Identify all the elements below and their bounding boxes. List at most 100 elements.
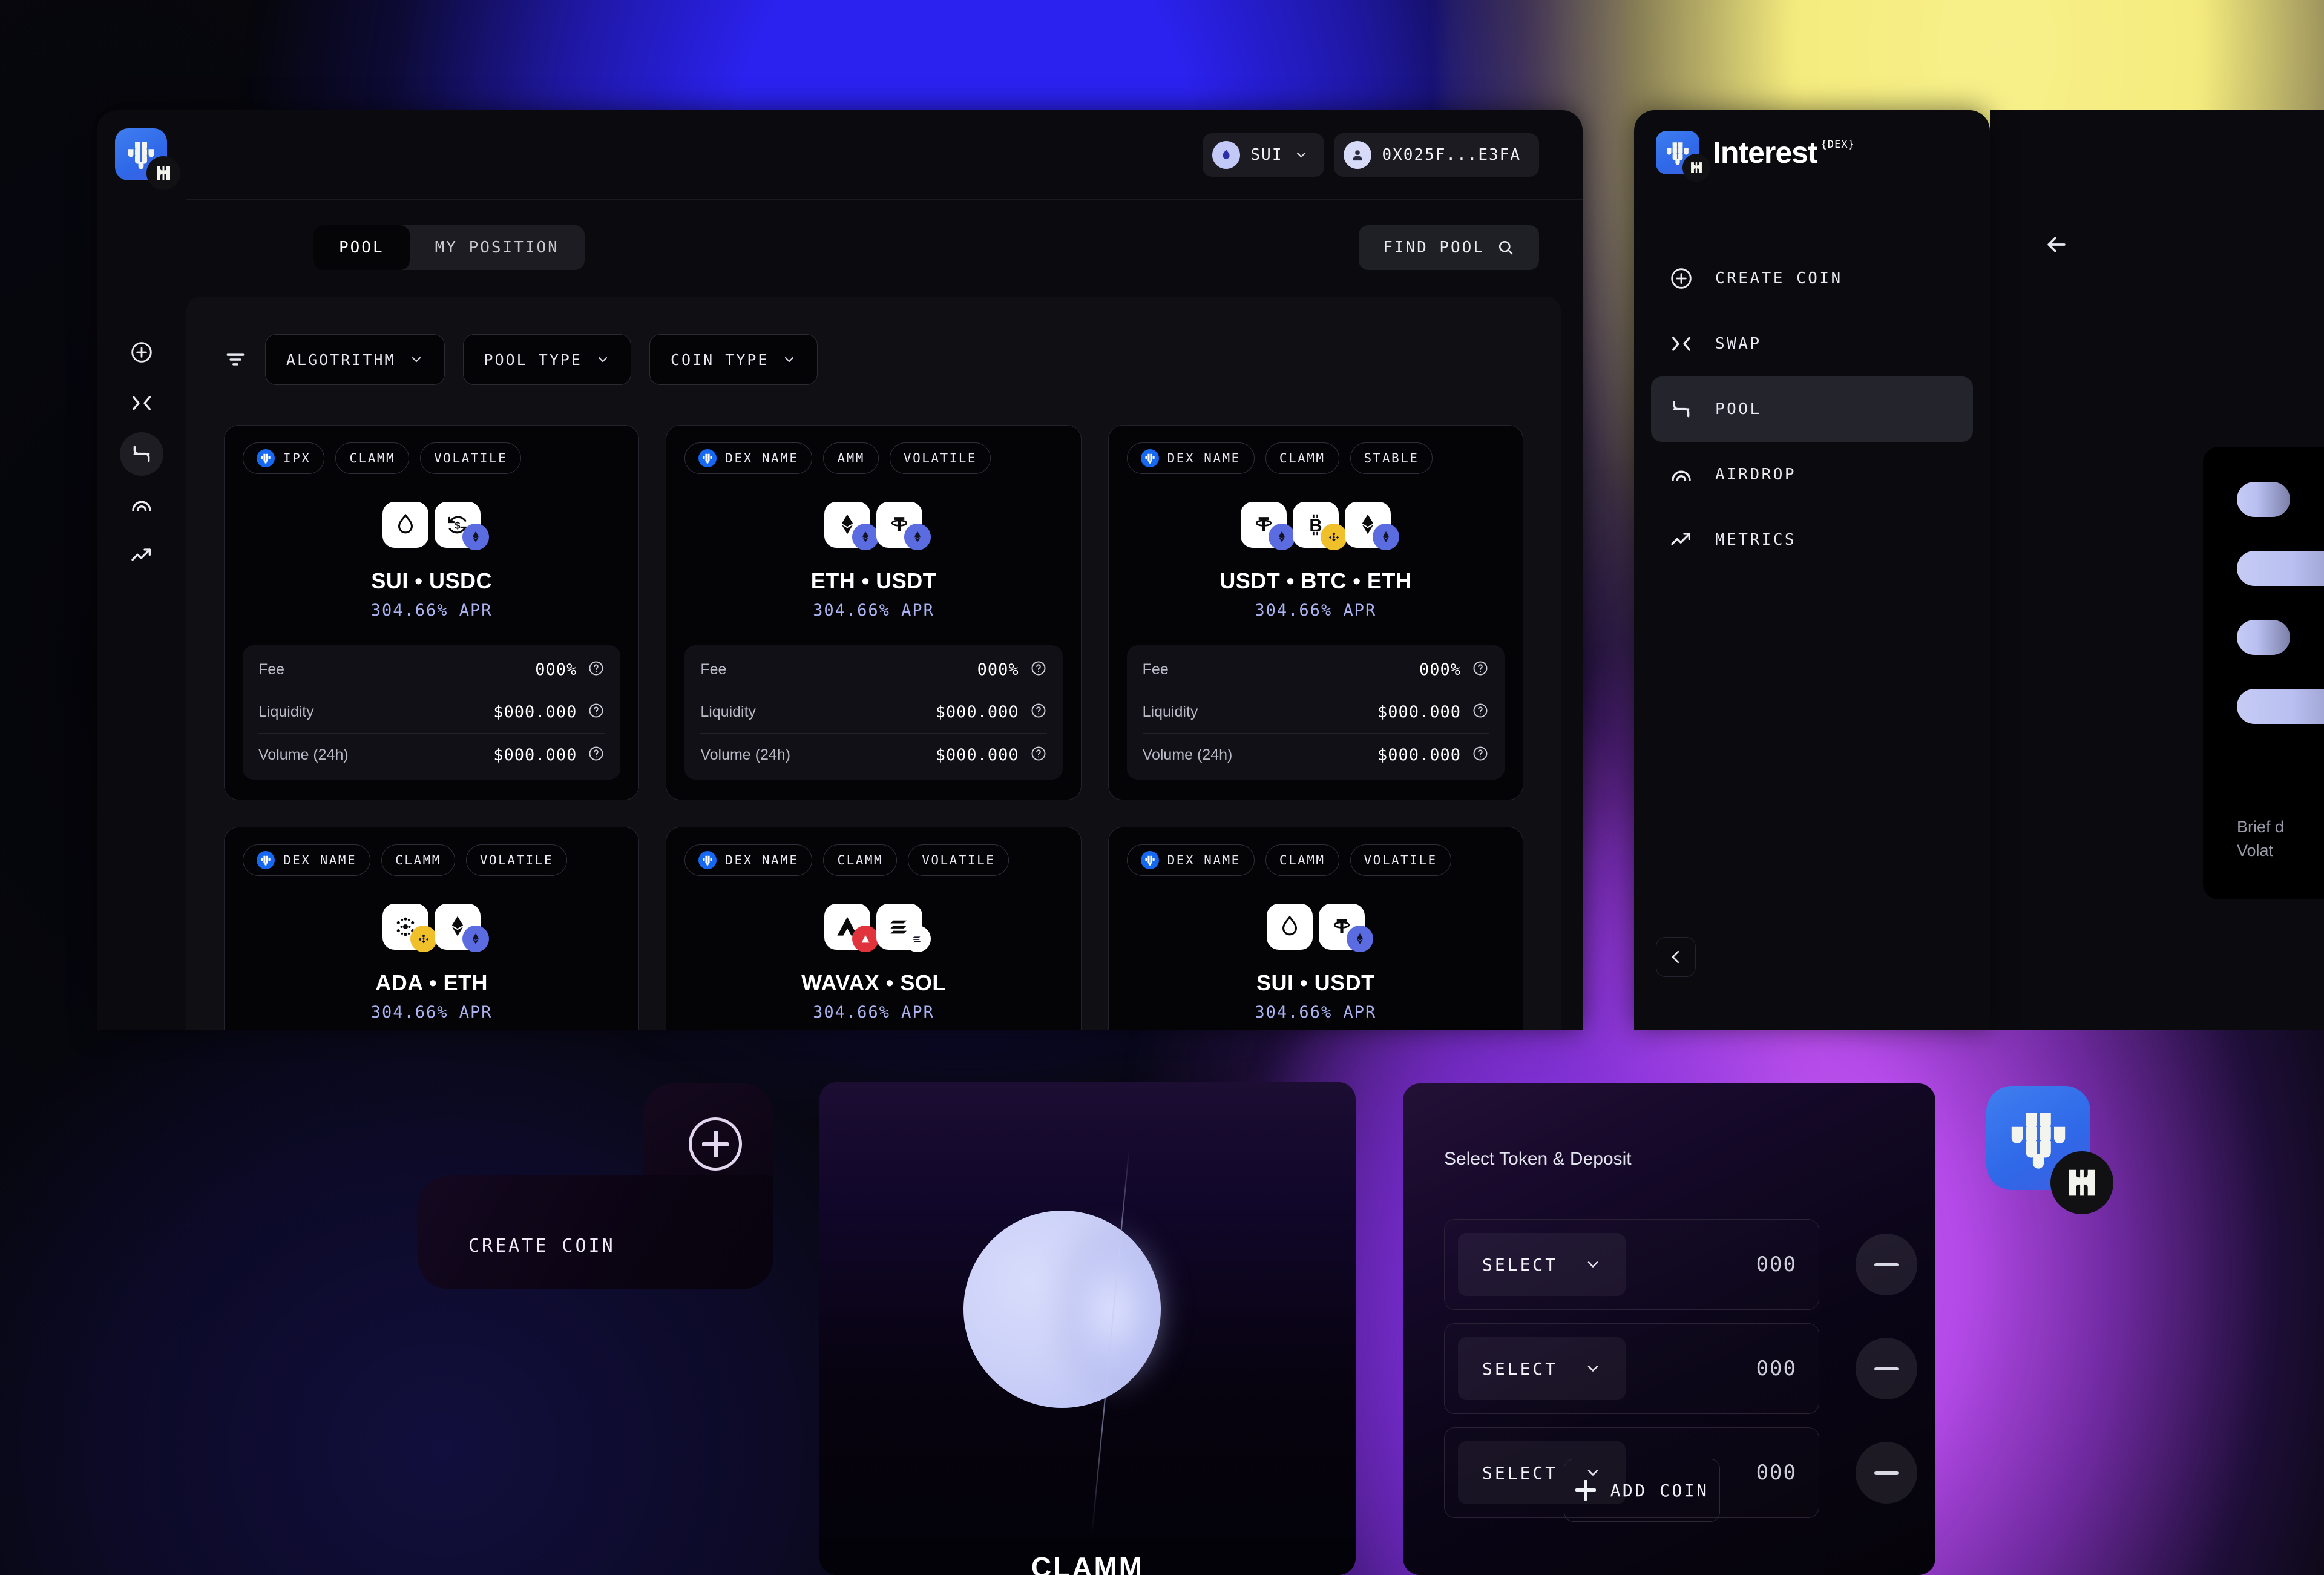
token-icon-eth	[824, 502, 879, 550]
rail-item-create-coin[interactable]	[97, 327, 186, 378]
filter-pool-type-label: POOL TYPE	[484, 350, 582, 369]
help-icon[interactable]	[588, 660, 605, 680]
pool-token-icons	[684, 904, 1062, 952]
help-icon[interactable]	[1030, 745, 1047, 765]
network-selector[interactable]: SUI	[1202, 133, 1324, 177]
remove-token-button[interactable]	[1856, 1234, 1917, 1295]
stat-volume-value: $000.000	[1377, 745, 1461, 764]
sidebar-item-metrics[interactable]: METRICS	[1651, 507, 1973, 573]
remove-token-button[interactable]	[1856, 1338, 1917, 1399]
chain-badge-eth	[462, 926, 490, 952]
deposit-input-box: SELECT 000	[1444, 1323, 1819, 1414]
filter-icon[interactable]	[224, 348, 247, 371]
header-actions: SUI 0X025F...E3FA	[1202, 133, 1539, 177]
app-content: POOL MY POSITION FIND POOL ALGOTRITHM PO…	[186, 200, 1583, 1030]
sidebar-item-create-coin[interactable]: CREATE COIN	[1651, 246, 1973, 311]
filter-algorithm[interactable]: ALGOTRITHM	[265, 334, 445, 385]
airdrop-icon	[1668, 462, 1695, 487]
tag-pool-kind: VOLATILE	[420, 442, 522, 474]
metrics-icon	[1668, 528, 1695, 552]
tab-my-position[interactable]: MY POSITION	[410, 225, 585, 270]
back-button[interactable]	[2043, 231, 2070, 261]
pool-tags: DEX NAME CLAMM VOLATILE	[1126, 844, 1505, 876]
help-icon[interactable]	[588, 702, 605, 722]
pool-icon	[133, 446, 149, 462]
svg-text:$: $	[455, 521, 461, 532]
tab-pool[interactable]: POOL	[313, 225, 410, 270]
pool-card[interactable]: DEX NAME CLAMM VOLATILE WAVAX • SOL 304.…	[666, 827, 1082, 1030]
chevron-left-icon	[1672, 950, 1679, 964]
stat-liquidity-value: $000.000	[1377, 703, 1461, 722]
wallet-button[interactable]: 0X025F...E3FA	[1333, 133, 1539, 177]
tag-dex-label: DEX NAME	[1167, 451, 1241, 465]
pool-card[interactable]: IPX CLAMM VOLATILE $ SUI • USDC 304.66% …	[224, 425, 640, 800]
movement-badge-icon	[1682, 154, 1710, 182]
token-icon-btc: B	[1292, 502, 1347, 550]
help-icon[interactable]	[588, 745, 605, 765]
pool-icon	[1668, 397, 1695, 421]
sidebar-item-pool[interactable]: POOL	[1651, 376, 1973, 442]
app-logo[interactable]	[115, 128, 180, 190]
stat-fee: Fee 000%	[258, 649, 605, 691]
plus-circle-icon	[131, 342, 152, 363]
minus-icon	[1874, 1263, 1899, 1266]
chevron-down-icon	[785, 357, 794, 363]
swap-icon	[1668, 332, 1695, 356]
token-select[interactable]: SELECT	[1458, 1233, 1626, 1296]
sidebar-item-swap[interactable]: SWAP	[1651, 311, 1973, 376]
filter-coin-type[interactable]: COIN TYPE	[649, 334, 818, 385]
stat-fee-label: Fee	[258, 661, 285, 678]
pool-card[interactable]: DEX NAME CLAMM VOLATILE SUI • USDT 304.6…	[1108, 827, 1523, 1030]
help-icon[interactable]	[1030, 660, 1047, 680]
rail-item-pool[interactable]	[97, 429, 186, 479]
wallet-address: 0X025F...E3FA	[1382, 146, 1521, 164]
pool-pair-name: USDT • BTC • ETH	[1219, 568, 1412, 593]
sidebar-item-airdrop[interactable]: AIRDROP	[1651, 442, 1973, 507]
deposit-amount[interactable]: 000	[1756, 1356, 1797, 1381]
filter-pool-type[interactable]: POOL TYPE	[462, 334, 631, 385]
m-mark-icon	[2069, 1169, 2095, 1196]
sidebar-collapse-button[interactable]	[1656, 937, 1696, 977]
rail-items	[97, 327, 186, 581]
token-select[interactable]: SELECT	[1458, 1337, 1626, 1400]
stat-fee-value: 000%	[1419, 660, 1461, 679]
stat-fee-value: 000%	[977, 660, 1019, 679]
stat-volume: Volume (24h) $000.000	[258, 734, 605, 776]
metrics-icon	[131, 548, 151, 561]
tag-dex-label: IPX	[283, 451, 311, 465]
chevron-down-icon	[412, 357, 421, 363]
help-icon[interactable]	[1030, 702, 1047, 722]
remove-token-button[interactable]	[1856, 1442, 1917, 1504]
deposit-amount[interactable]: 000	[1756, 1252, 1797, 1277]
pool-card[interactable]: DEX NAME CLAMM VOLATILE ADA • ETH 304.66…	[224, 827, 640, 1030]
pool-token-icons	[243, 904, 620, 952]
help-icon[interactable]	[1472, 702, 1489, 722]
swap-icon	[132, 396, 151, 410]
pool-apr: 304.66% APR	[813, 601, 934, 620]
placeholder-bar	[2237, 689, 2324, 724]
create-coin-label: CREATE COIN	[468, 1235, 615, 1257]
rail-item-metrics[interactable]	[97, 530, 186, 581]
stat-volume-label: Volume (24h)	[1142, 746, 1233, 763]
tag-dex-name: DEX NAME	[1126, 442, 1255, 474]
stat-volume: Volume (24h) $000.000	[1143, 734, 1489, 776]
tag-dex-label: DEX NAME	[1167, 853, 1241, 867]
stat-fee-label: Fee	[700, 661, 727, 678]
pool-stats: Fee 000% Liquidity $000.000 Volume (24h)…	[243, 645, 621, 780]
pool-card[interactable]: DEX NAME AMM VOLATILE ETH • USDT 304.66%…	[666, 425, 1082, 800]
deposit-amount[interactable]: 000	[1756, 1461, 1797, 1485]
pool-card[interactable]: DEX NAME CLAMM STABLE B USDT • BTC • ETH…	[1108, 425, 1523, 800]
help-icon[interactable]	[1472, 745, 1489, 765]
pool-token-icons: $	[243, 502, 620, 550]
help-icon[interactable]	[1472, 660, 1489, 680]
find-pool-button[interactable]: FIND POOL	[1359, 225, 1539, 270]
add-coin-button[interactable]: ADD COIN	[1564, 1459, 1720, 1522]
rail-item-swap[interactable]	[97, 378, 186, 429]
sidebar-item-label: SWAP	[1715, 335, 1762, 353]
tag-algorithm: CLAMM	[823, 844, 898, 876]
clamm-illustration-card: CLAMM	[819, 1082, 1356, 1575]
create-coin-card[interactable]: CREATE COIN	[418, 1083, 773, 1289]
pool-tags: DEX NAME CLAMM STABLE	[1126, 442, 1505, 474]
person-glyph	[1352, 150, 1362, 161]
rail-item-airdrop[interactable]	[97, 479, 186, 530]
